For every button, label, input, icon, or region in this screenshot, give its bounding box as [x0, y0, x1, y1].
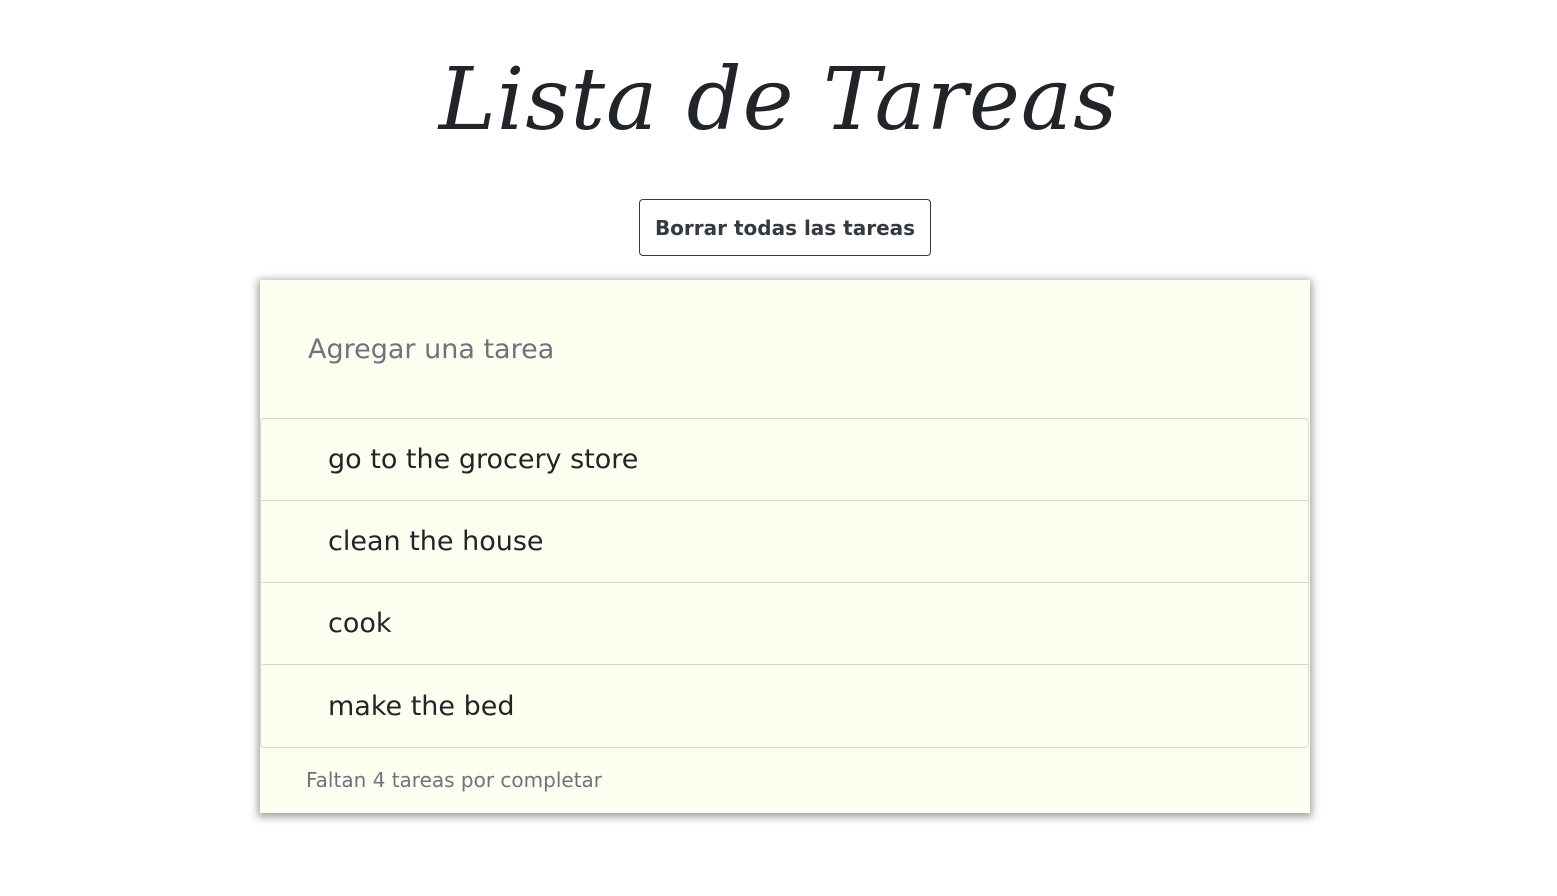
remaining-tasks-counter: Faltan 4 tareas por completar [306, 768, 603, 792]
clear-all-tasks-button[interactable]: Borrar todas las tareas [639, 199, 931, 256]
add-task-input[interactable] [260, 280, 1310, 418]
task-item[interactable]: cook [261, 583, 1308, 665]
task-item[interactable]: go to the grocery store [261, 419, 1308, 501]
task-item[interactable]: make the bed [261, 665, 1308, 747]
task-item[interactable]: clean the house [261, 501, 1308, 583]
page-title: Lista de Tareas [438, 50, 1119, 150]
task-list: go to the grocery store clean the house … [260, 418, 1309, 748]
todo-card: go to the grocery store clean the house … [260, 280, 1310, 813]
